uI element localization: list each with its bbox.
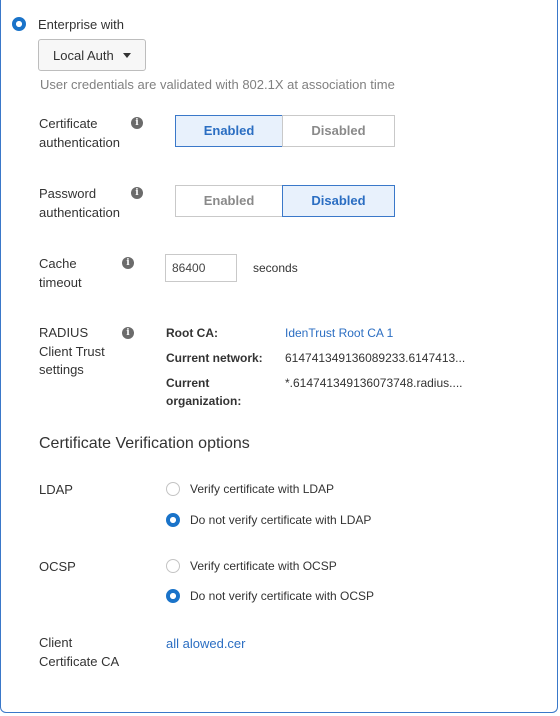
- current-organization-key-line1: Current: [166, 376, 210, 390]
- cache-timeout-label: Cache timeout: [39, 254, 82, 292]
- ocsp-no-verify-radio[interactable]: [166, 589, 180, 603]
- root-ca-link[interactable]: IdenTrust Root CA 1: [285, 326, 393, 340]
- radius-trust-label-line3: settings: [39, 362, 84, 377]
- cert-auth-enabled-button[interactable]: Enabled: [175, 115, 283, 147]
- password-auth-label: Password authentication: [39, 184, 120, 222]
- auth-select-value: Local Auth: [53, 48, 114, 63]
- password-auth-label-line1: Password: [39, 186, 97, 201]
- info-icon[interactable]: i: [122, 257, 134, 269]
- ocsp-verify-label[interactable]: Verify certificate with OCSP: [190, 559, 337, 573]
- current-organization-key-line2: organization:: [166, 394, 242, 408]
- client-ca-label-line1: Client: [39, 635, 73, 650]
- ldap-no-verify-radio[interactable]: [166, 513, 180, 527]
- ldap-verify-label[interactable]: Verify certificate with LDAP: [190, 482, 334, 496]
- cache-timeout-label-line1: Cache: [39, 256, 77, 271]
- password-auth-disabled-button[interactable]: Disabled: [282, 185, 395, 217]
- enterprise-label: Enterprise with: [38, 17, 124, 32]
- info-icon[interactable]: i: [122, 327, 134, 339]
- verification-title: Certificate Verification options: [39, 435, 250, 452]
- cert-auth-label-line2: authentication: [39, 135, 120, 150]
- cert-auth-label: Certificate authentication: [39, 114, 120, 152]
- radius-trust-label-line2: Client Trust: [39, 343, 105, 359]
- cert-auth-disabled-button[interactable]: Disabled: [282, 115, 395, 147]
- current-organization-value: *.614741349136073748.radius....: [285, 376, 463, 390]
- client-ca-file-link[interactable]: all alowed.cer: [166, 636, 246, 651]
- chevron-down-icon: [123, 53, 131, 58]
- ocsp-verify-radio[interactable]: [166, 559, 180, 573]
- password-auth-label-line2: authentication: [39, 205, 120, 220]
- ldap-label: LDAP: [39, 482, 73, 497]
- radius-trust-label: RADIUS Client Trust settings: [39, 324, 105, 380]
- current-network-key: Current network:: [166, 351, 263, 365]
- cert-auth-label-line1: Certificate: [39, 116, 98, 131]
- cache-timeout-label-line2: timeout: [39, 275, 82, 290]
- client-ca-label: Client Certificate CA: [39, 633, 119, 671]
- root-ca-key: Root CA:: [166, 326, 218, 340]
- cache-timeout-input[interactable]: 86400: [165, 254, 237, 282]
- cache-timeout-unit: seconds: [253, 261, 298, 275]
- password-auth-enabled-button[interactable]: Enabled: [175, 185, 283, 217]
- enterprise-radio[interactable]: [12, 17, 26, 31]
- info-icon[interactable]: i: [131, 117, 143, 129]
- current-network-value: 614741349136089233.6147413...: [285, 351, 466, 365]
- ocsp-label: OCSP: [39, 559, 76, 574]
- ldap-no-verify-label[interactable]: Do not verify certificate with LDAP: [190, 513, 371, 527]
- auth-select[interactable]: Local Auth: [38, 39, 146, 71]
- info-icon[interactable]: i: [131, 187, 143, 199]
- ldap-verify-radio[interactable]: [166, 482, 180, 496]
- radius-trust-label-line1: RADIUS: [39, 325, 89, 340]
- current-organization-key: Current organization:: [166, 374, 241, 410]
- enterprise-description: User credentials are validated with 802.…: [40, 77, 395, 92]
- client-ca-label-line2: Certificate CA: [39, 654, 120, 669]
- ocsp-no-verify-label[interactable]: Do not verify certificate with OCSP: [190, 589, 374, 603]
